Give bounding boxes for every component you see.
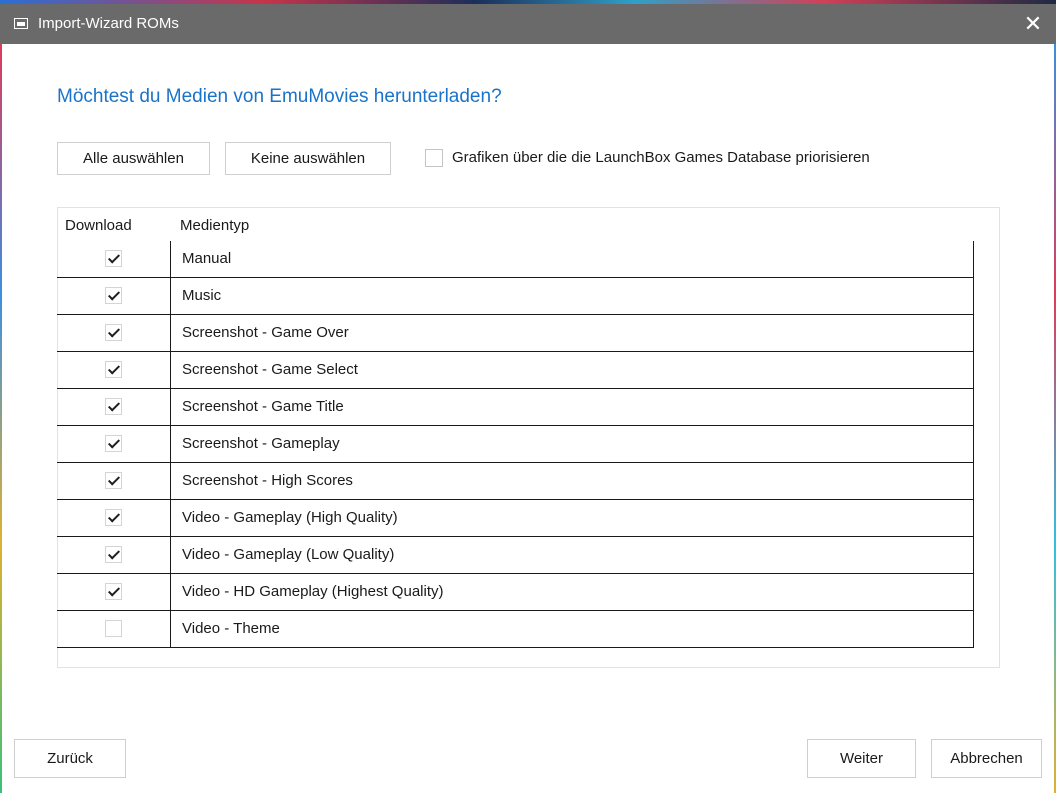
background-edge-left xyxy=(0,44,2,793)
row-right-border xyxy=(973,352,974,388)
title-bar: Import-Wizard ROMs ✕ xyxy=(0,4,1056,44)
checkmark-icon xyxy=(107,362,121,375)
media-type-label: Video - Theme xyxy=(182,620,280,637)
back-button[interactable]: Zurück xyxy=(14,739,126,778)
download-cell xyxy=(57,352,171,388)
prioritize-checkbox[interactable] xyxy=(425,149,443,167)
media-type-label: Screenshot - High Scores xyxy=(182,472,353,489)
media-rows: Manual Music Screenshot - Game Over Screens… xyxy=(57,241,974,648)
row-right-border xyxy=(973,463,974,499)
download-cell xyxy=(57,241,171,277)
table-row[interactable]: Screenshot - Game Over xyxy=(57,315,974,352)
table-row[interactable]: Video - HD Gameplay (Highest Quality) xyxy=(57,574,974,611)
download-checkbox[interactable] xyxy=(105,287,122,304)
page-heading: Möchtest du Medien von EmuMovies herunte… xyxy=(57,86,502,107)
download-cell xyxy=(57,278,171,314)
next-button[interactable]: Weiter xyxy=(807,739,916,778)
checkmark-icon xyxy=(107,436,121,449)
window-title: Import-Wizard ROMs xyxy=(38,15,179,32)
row-right-border xyxy=(973,426,974,462)
checkmark-icon xyxy=(107,584,121,597)
download-checkbox[interactable] xyxy=(105,583,122,600)
table-row[interactable]: Screenshot - High Scores xyxy=(57,463,974,500)
checkmark-icon xyxy=(107,399,121,412)
download-cell xyxy=(57,574,171,610)
download-cell xyxy=(57,315,171,351)
download-cell xyxy=(57,426,171,462)
row-right-border xyxy=(973,537,974,573)
table-row[interactable]: Video - Gameplay (High Quality) xyxy=(57,500,974,537)
select-all-button[interactable]: Alle auswählen xyxy=(57,142,210,175)
row-right-border xyxy=(973,315,974,351)
checkmark-icon xyxy=(107,510,121,523)
table-row[interactable]: Screenshot - Game Select xyxy=(57,352,974,389)
media-type-label: Screenshot - Game Over xyxy=(182,324,349,341)
media-type-label: Video - Gameplay (High Quality) xyxy=(182,509,398,526)
download-checkbox[interactable] xyxy=(105,620,122,637)
checkmark-icon xyxy=(107,288,121,301)
media-type-label: Video - HD Gameplay (Highest Quality) xyxy=(182,583,444,600)
download-checkbox[interactable] xyxy=(105,250,122,267)
media-type-label: Screenshot - Gameplay xyxy=(182,435,340,452)
table-row[interactable]: Music xyxy=(57,278,974,315)
media-type-label: Screenshot - Game Select xyxy=(182,361,358,378)
download-checkbox[interactable] xyxy=(105,509,122,526)
table-row[interactable]: Video - Theme xyxy=(57,611,974,648)
prioritize-label: Grafiken über die die LaunchBox Games Da… xyxy=(452,149,870,166)
row-right-border xyxy=(973,574,974,610)
window-app-icon xyxy=(14,18,28,29)
media-type-label: Manual xyxy=(182,250,232,267)
download-checkbox[interactable] xyxy=(105,324,122,341)
download-cell xyxy=(57,389,171,425)
checkmark-icon xyxy=(107,251,121,264)
column-header-mediatype[interactable]: Medientyp xyxy=(180,217,249,234)
media-type-label: Music xyxy=(182,287,222,304)
checkmark-icon xyxy=(107,547,121,560)
row-right-border xyxy=(973,241,974,277)
download-cell xyxy=(57,611,171,647)
row-right-border xyxy=(973,389,974,425)
download-checkbox[interactable] xyxy=(105,546,122,563)
table-row[interactable]: Screenshot - Gameplay xyxy=(57,426,974,463)
download-checkbox[interactable] xyxy=(105,361,122,378)
table-row[interactable]: Video - Gameplay (Low Quality) xyxy=(57,537,974,574)
close-button[interactable]: ✕ xyxy=(1010,4,1056,44)
import-wizard-window: Import-Wizard ROMs ✕ Möchtest du Medien … xyxy=(0,0,1056,793)
column-header-download[interactable]: Download xyxy=(65,217,132,234)
row-right-border xyxy=(973,611,974,647)
download-checkbox[interactable] xyxy=(105,472,122,489)
media-type-label: Video - Gameplay (Low Quality) xyxy=(182,546,395,563)
download-cell xyxy=(57,500,171,536)
download-cell xyxy=(57,537,171,573)
table-row[interactable]: Screenshot - Game Title xyxy=(57,389,974,426)
table-row[interactable]: Manual xyxy=(57,241,974,278)
checkmark-icon xyxy=(107,325,121,338)
download-checkbox[interactable] xyxy=(105,435,122,452)
select-none-button[interactable]: Keine auswählen xyxy=(225,142,391,175)
row-right-border xyxy=(973,278,974,314)
close-icon: ✕ xyxy=(1023,11,1043,37)
cancel-button[interactable]: Abbrechen xyxy=(931,739,1042,778)
download-checkbox[interactable] xyxy=(105,398,122,415)
media-type-label: Screenshot - Game Title xyxy=(182,398,344,415)
download-cell xyxy=(57,463,171,499)
row-right-border xyxy=(973,500,974,536)
checkmark-icon xyxy=(107,473,121,486)
